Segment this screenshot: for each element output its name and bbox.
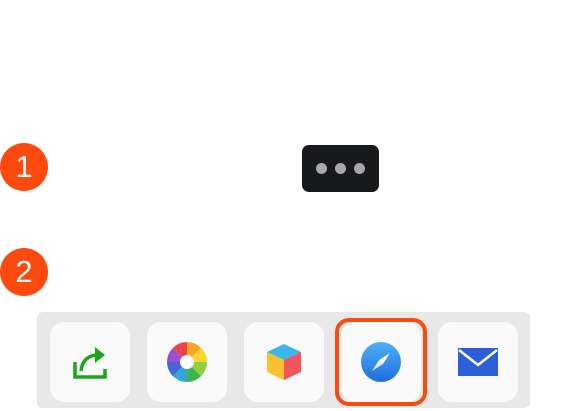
more-dots-icon: [316, 163, 327, 174]
safari-app-button[interactable]: [341, 322, 421, 402]
photos-aperture-icon: [167, 342, 207, 382]
screen: 1 2: [0, 0, 565, 411]
more-dots-icon: [354, 163, 365, 174]
photos-app-button[interactable]: [147, 322, 227, 402]
mail-app-button[interactable]: [438, 322, 518, 402]
step-badge-2: 2: [0, 248, 48, 296]
share-button[interactable]: [50, 322, 130, 402]
safari-compass-icon: [361, 342, 401, 382]
cube-app-button[interactable]: [244, 322, 324, 402]
more-options-button[interactable]: [302, 145, 379, 192]
share-arrow-icon: [73, 347, 107, 379]
more-dots-icon: [335, 163, 346, 174]
mail-envelope-icon: [458, 348, 498, 376]
3d-cube-icon: [267, 344, 301, 380]
step-badge-1: 1: [0, 143, 48, 191]
share-tray: [37, 312, 530, 408]
